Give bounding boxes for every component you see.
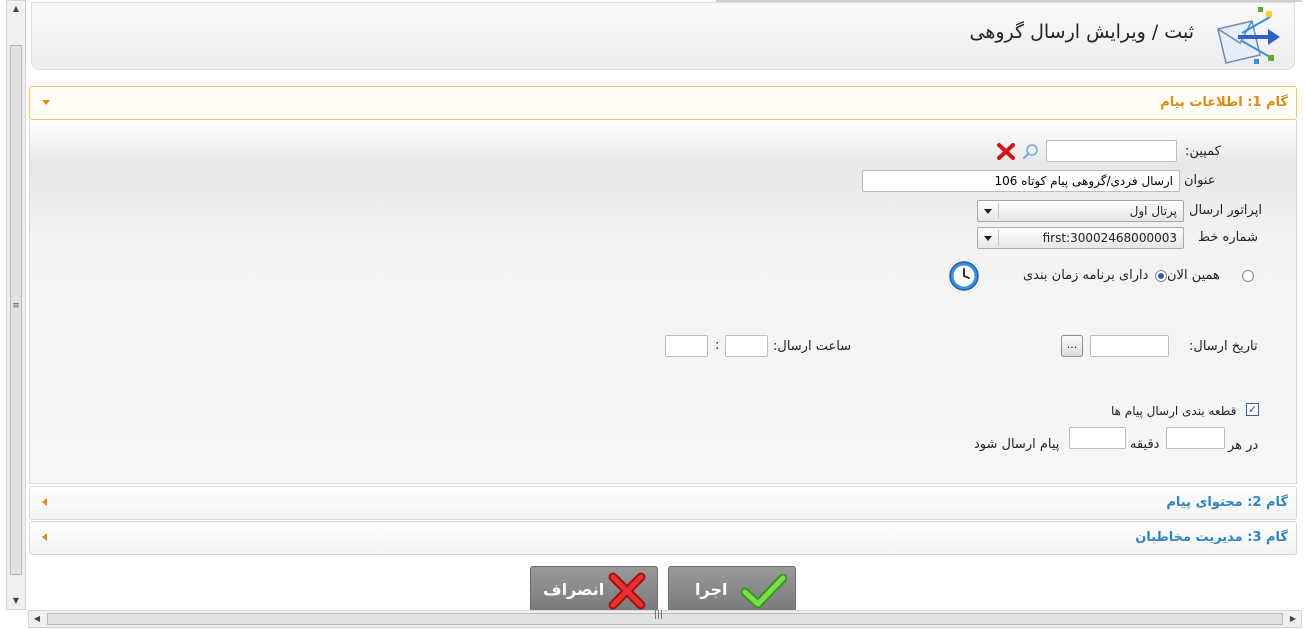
cancel-x-icon <box>608 572 646 610</box>
radio-scheduled[interactable] <box>1155 270 1167 282</box>
send-hour-input[interactable] <box>725 335 768 357</box>
scroll-right-icon[interactable]: ▶ <box>1285 611 1301 627</box>
select-separator <box>998 230 999 246</box>
step-2-header[interactable]: گام 2: محتوای پیام <box>29 486 1297 520</box>
cancel-button-label: انصراف <box>543 580 605 599</box>
step-1-header[interactable]: گام 1: اطلاعات پیام <box>29 86 1297 120</box>
step-3-header[interactable]: گام 3: مدیریت مخاطبان <box>29 521 1297 555</box>
line-number-select[interactable]: first:30002468000003 <box>977 227 1184 249</box>
vertical-scrollbar[interactable]: ▲ ≡ ▼ <box>6 0 26 610</box>
execute-button[interactable]: اجرا <box>668 566 796 612</box>
operator-label: اپراتور ارسال <box>1189 203 1262 218</box>
radio-send-now-label: همین الان <box>1167 268 1220 283</box>
chevron-left-icon <box>42 533 47 541</box>
scroll-grip-icon: ≡ <box>12 301 20 311</box>
minutes-label: دقیقه <box>1130 437 1160 452</box>
page-header: ثبت / ویرایش ارسال گروهی <box>31 2 1295 70</box>
execute-button-label: اجرا <box>695 580 728 599</box>
line-number-label: شماره خط <box>1198 230 1258 245</box>
clock-icon <box>949 261 979 291</box>
chevron-left-icon <box>42 498 47 506</box>
dropdown-arrow-icon <box>984 209 992 214</box>
batch-messages-input[interactable] <box>1069 427 1126 449</box>
select-separator <box>998 203 999 219</box>
horizontal-scrollbar[interactable]: ◀ ||| ▶ <box>28 610 1302 628</box>
title-label: عنوان <box>1184 173 1216 188</box>
campaign-input[interactable] <box>1046 140 1177 162</box>
send-date-label: تاریخ ارسال: <box>1189 339 1258 354</box>
step-3-title: گام 3: مدیریت مخاطبان <box>1135 530 1288 545</box>
cancel-button[interactable]: انصراف <box>530 566 658 612</box>
scroll-up-icon[interactable]: ▲ <box>7 1 25 17</box>
step-1-title: گام 1: اطلاعات پیام <box>1160 95 1288 110</box>
radio-send-now[interactable] <box>1242 270 1254 282</box>
scroll-grip-icon: ||| <box>654 610 664 620</box>
chevron-down-icon <box>42 100 50 105</box>
checkmark-icon <box>741 574 787 608</box>
radio-scheduled-label: دارای برنامه زمان بندی <box>1023 268 1149 283</box>
send-date-input[interactable] <box>1090 335 1169 357</box>
scroll-down-icon[interactable]: ▼ <box>7 593 25 609</box>
send-minute-input[interactable] <box>665 335 708 357</box>
step-2-title: گام 2: محتوای پیام <box>1166 495 1288 510</box>
group-send-envelope-icon <box>1217 7 1280 64</box>
batch-send-label: قطعه بندی ارسال پیام ها <box>1111 404 1237 418</box>
time-separator: : <box>715 338 720 353</box>
every-label: در هر <box>1228 438 1259 453</box>
operator-select[interactable]: پرتال اول <box>977 200 1184 222</box>
batch-minutes-input[interactable] <box>1166 427 1225 449</box>
page-title: ثبت / ویرایش ارسال گروهی <box>969 21 1194 43</box>
scroll-left-icon[interactable]: ◀ <box>29 611 45 627</box>
campaign-label: کمپین: <box>1185 144 1221 159</box>
dropdown-arrow-icon <box>984 236 992 241</box>
messages-label: پیام ارسال شود <box>974 437 1060 452</box>
clear-icon[interactable] <box>996 142 1016 161</box>
horizontal-scroll-thumb[interactable] <box>47 613 1283 625</box>
send-time-label: ساعت ارسال: <box>773 339 852 354</box>
batch-send-checkbox[interactable]: ✓ <box>1246 403 1259 416</box>
line-number-selected-value: first:30002468000003 <box>1042 231 1177 245</box>
title-input[interactable] <box>862 170 1180 192</box>
search-icon[interactable] <box>1022 143 1039 160</box>
operator-selected-value: پرتال اول <box>1129 204 1177 218</box>
date-picker-button[interactable]: ... <box>1061 335 1083 357</box>
